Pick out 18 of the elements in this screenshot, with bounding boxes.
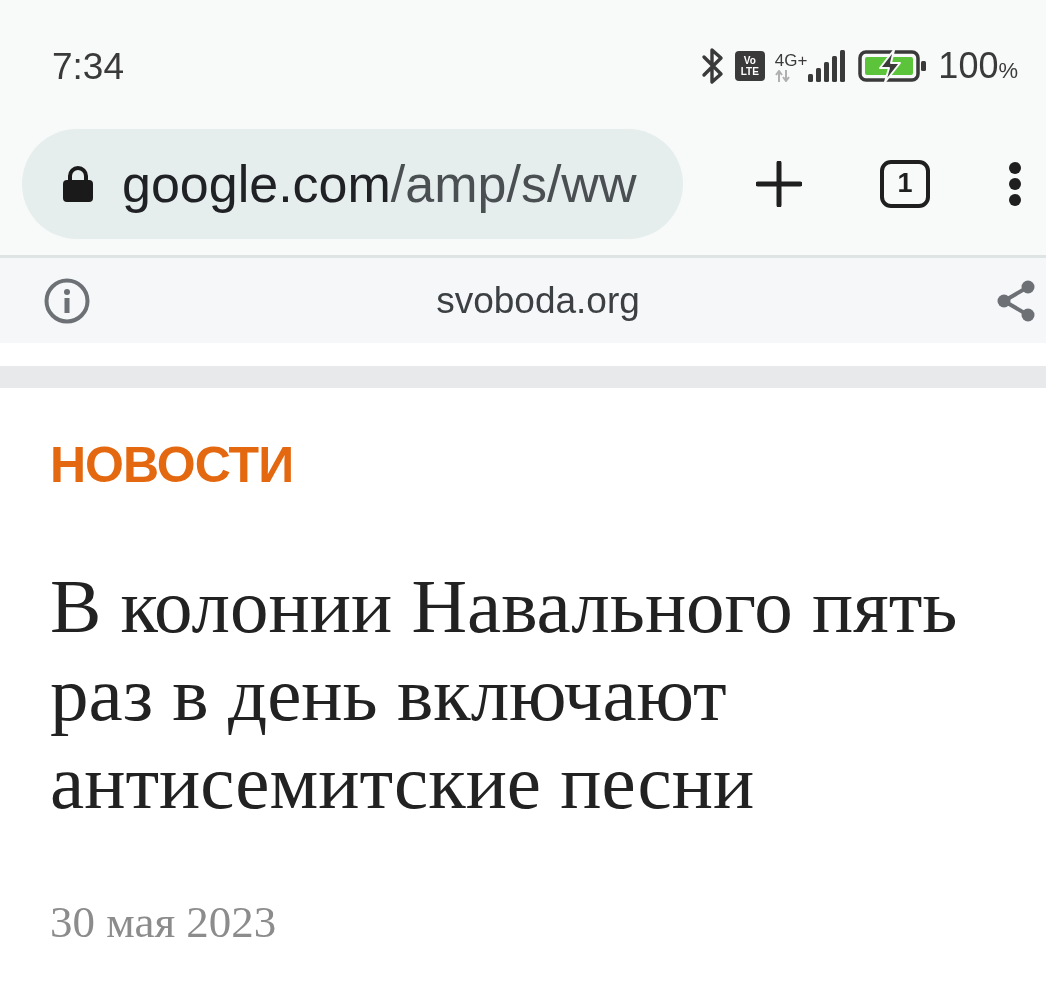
- data-arrows-icon: [774, 70, 791, 82]
- plus-icon: [756, 160, 802, 207]
- tab-switcher-button[interactable]: 1: [880, 159, 930, 208]
- network-type: 4G+: [774, 52, 808, 69]
- address-bar[interactable]: google.com/amp/s/ww: [22, 128, 683, 239]
- battery-percent: 100%: [938, 48, 1018, 84]
- lock-icon: [62, 165, 94, 202]
- site-domain: svoboda.org: [435, 279, 641, 322]
- bluetooth-icon: [700, 47, 725, 85]
- menu-button[interactable]: [1008, 160, 1022, 207]
- clock-time: 7:34: [52, 47, 124, 85]
- new-tab-button[interactable]: [756, 160, 802, 207]
- share-icon[interactable]: [996, 279, 1036, 322]
- article-headline: В колонии Навального пять раз в день включают антисемитские песни: [50, 562, 959, 826]
- info-icon[interactable]: [44, 277, 90, 324]
- menu-icon: [1008, 160, 1022, 207]
- publish-date: 30 мая 2023: [50, 896, 277, 948]
- volte-badge: Vo LTE: [734, 51, 765, 81]
